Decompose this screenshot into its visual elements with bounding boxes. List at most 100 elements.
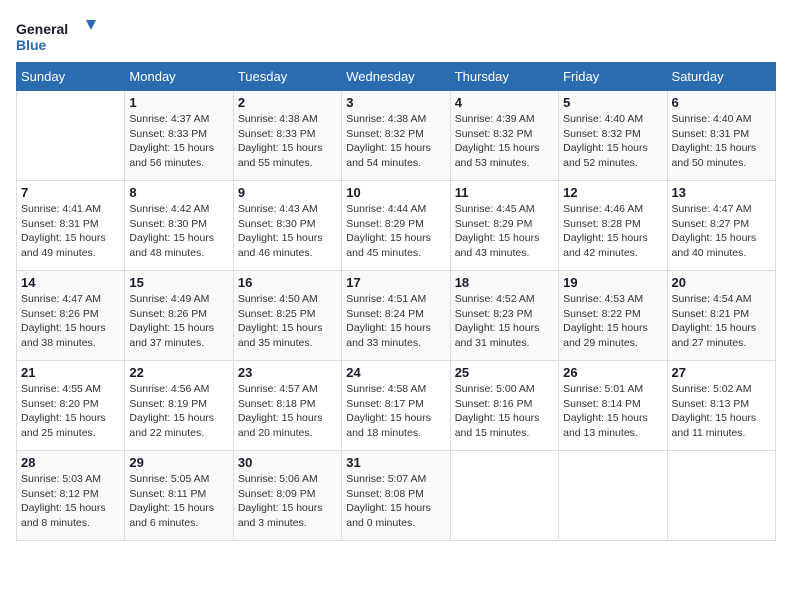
day-info: Sunrise: 4:42 AM Sunset: 8:30 PM Dayligh… (129, 202, 228, 261)
calendar-day-17: 17 Sunrise: 4:51 AM Sunset: 8:24 PM Dayli… (342, 271, 450, 361)
calendar-table: SundayMondayTuesdayWednesdayThursdayFrid… (16, 62, 776, 541)
day-number: 16 (238, 275, 337, 290)
day-info: Sunrise: 4:46 AM Sunset: 8:28 PM Dayligh… (563, 202, 662, 261)
calendar-day-4: 4 Sunrise: 4:39 AM Sunset: 8:32 PM Daylig… (450, 91, 558, 181)
day-info: Sunrise: 4:47 AM Sunset: 8:26 PM Dayligh… (21, 292, 120, 351)
day-info: Sunrise: 4:37 AM Sunset: 8:33 PM Dayligh… (129, 112, 228, 171)
day-number: 8 (129, 185, 228, 200)
day-number: 7 (21, 185, 120, 200)
day-info: Sunrise: 5:07 AM Sunset: 8:08 PM Dayligh… (346, 472, 445, 531)
day-number: 28 (21, 455, 120, 470)
day-info: Sunrise: 5:03 AM Sunset: 8:12 PM Dayligh… (21, 472, 120, 531)
calendar-day-23: 23 Sunrise: 4:57 AM Sunset: 8:18 PM Dayli… (233, 361, 341, 451)
calendar-empty-cell (17, 91, 125, 181)
day-info: Sunrise: 4:56 AM Sunset: 8:19 PM Dayligh… (129, 382, 228, 441)
day-number: 22 (129, 365, 228, 380)
calendar-day-19: 19 Sunrise: 4:53 AM Sunset: 8:22 PM Dayli… (559, 271, 667, 361)
day-info: Sunrise: 4:52 AM Sunset: 8:23 PM Dayligh… (455, 292, 554, 351)
calendar-day-20: 20 Sunrise: 4:54 AM Sunset: 8:21 PM Dayli… (667, 271, 775, 361)
day-number: 31 (346, 455, 445, 470)
day-info: Sunrise: 5:01 AM Sunset: 8:14 PM Dayligh… (563, 382, 662, 441)
day-info: Sunrise: 5:00 AM Sunset: 8:16 PM Dayligh… (455, 382, 554, 441)
day-number: 17 (346, 275, 445, 290)
calendar-day-26: 26 Sunrise: 5:01 AM Sunset: 8:14 PM Dayli… (559, 361, 667, 451)
calendar-day-24: 24 Sunrise: 4:58 AM Sunset: 8:17 PM Dayli… (342, 361, 450, 451)
calendar-day-8: 8 Sunrise: 4:42 AM Sunset: 8:30 PM Daylig… (125, 181, 233, 271)
logo-svg: General Blue (16, 16, 96, 58)
calendar-day-15: 15Sunrise: 4:49 AM Sunset: 8:26 PM Dayli… (125, 271, 233, 361)
calendar-day-30: 30 Sunrise: 5:06 AM Sunset: 8:09 PM Dayli… (233, 451, 341, 541)
day-number: 6 (672, 95, 771, 110)
day-number: 5 (563, 95, 662, 110)
day-info: Sunrise: 5:06 AM Sunset: 8:09 PM Dayligh… (238, 472, 337, 531)
day-number: 30 (238, 455, 337, 470)
calendar-day-22: 22 Sunrise: 4:56 AM Sunset: 8:19 PM Dayli… (125, 361, 233, 451)
calendar-week-row: 28 Sunrise: 5:03 AM Sunset: 8:12 PM Dayli… (17, 451, 776, 541)
calendar-day-9: 9Sunrise: 4:43 AM Sunset: 8:30 PM Daylig… (233, 181, 341, 271)
calendar-day-18: 18Sunrise: 4:52 AM Sunset: 8:23 PM Dayli… (450, 271, 558, 361)
day-number: 1 (129, 95, 228, 110)
header-day-monday: Monday (125, 63, 233, 91)
day-number: 14 (21, 275, 120, 290)
day-info: Sunrise: 4:58 AM Sunset: 8:17 PM Dayligh… (346, 382, 445, 441)
logo: General Blue (16, 16, 96, 58)
calendar-day-10: 10Sunrise: 4:44 AM Sunset: 8:29 PM Dayli… (342, 181, 450, 271)
calendar-week-row: 1 Sunrise: 4:37 AM Sunset: 8:33 PM Daylig… (17, 91, 776, 181)
calendar-day-5: 5 Sunrise: 4:40 AM Sunset: 8:32 PM Daylig… (559, 91, 667, 181)
day-info: Sunrise: 4:51 AM Sunset: 8:24 PM Dayligh… (346, 292, 445, 351)
day-number: 19 (563, 275, 662, 290)
calendar-week-row: 21 Sunrise: 4:55 AM Sunset: 8:20 PM Dayli… (17, 361, 776, 451)
svg-text:Blue: Blue (16, 37, 47, 53)
day-info: Sunrise: 4:39 AM Sunset: 8:32 PM Dayligh… (455, 112, 554, 171)
day-info: Sunrise: 4:45 AM Sunset: 8:29 PM Dayligh… (455, 202, 554, 261)
day-number: 25 (455, 365, 554, 380)
calendar-day-27: 27 Sunrise: 5:02 AM Sunset: 8:13 PM Dayli… (667, 361, 775, 451)
day-number: 11 (455, 185, 554, 200)
day-number: 15 (129, 275, 228, 290)
calendar-day-28: 28 Sunrise: 5:03 AM Sunset: 8:12 PM Dayli… (17, 451, 125, 541)
calendar-day-13: 13 Sunrise: 4:47 AM Sunset: 8:27 PM Dayli… (667, 181, 775, 271)
day-number: 29 (129, 455, 228, 470)
day-info: Sunrise: 4:55 AM Sunset: 8:20 PM Dayligh… (21, 382, 120, 441)
day-number: 21 (21, 365, 120, 380)
calendar-empty-cell (559, 451, 667, 541)
day-number: 23 (238, 365, 337, 380)
calendar-week-row: 14 Sunrise: 4:47 AM Sunset: 8:26 PM Dayli… (17, 271, 776, 361)
day-number: 20 (672, 275, 771, 290)
calendar-day-21: 21 Sunrise: 4:55 AM Sunset: 8:20 PM Dayli… (17, 361, 125, 451)
day-number: 24 (346, 365, 445, 380)
day-number: 9 (238, 185, 337, 200)
calendar-day-16: 16Sunrise: 4:50 AM Sunset: 8:25 PM Dayli… (233, 271, 341, 361)
header-day-saturday: Saturday (667, 63, 775, 91)
header-day-sunday: Sunday (17, 63, 125, 91)
day-info: Sunrise: 5:02 AM Sunset: 8:13 PM Dayligh… (672, 382, 771, 441)
day-info: Sunrise: 5:05 AM Sunset: 8:11 PM Dayligh… (129, 472, 228, 531)
calendar-empty-cell (667, 451, 775, 541)
calendar-day-3: 3 Sunrise: 4:38 AM Sunset: 8:32 PM Daylig… (342, 91, 450, 181)
header-day-wednesday: Wednesday (342, 63, 450, 91)
day-info: Sunrise: 4:41 AM Sunset: 8:31 PM Dayligh… (21, 202, 120, 261)
day-number: 4 (455, 95, 554, 110)
day-info: Sunrise: 4:40 AM Sunset: 8:32 PM Dayligh… (563, 112, 662, 171)
day-number: 13 (672, 185, 771, 200)
day-number: 26 (563, 365, 662, 380)
header-day-friday: Friday (559, 63, 667, 91)
day-info: Sunrise: 4:53 AM Sunset: 8:22 PM Dayligh… (563, 292, 662, 351)
day-number: 3 (346, 95, 445, 110)
calendar-day-25: 25 Sunrise: 5:00 AM Sunset: 8:16 PM Dayli… (450, 361, 558, 451)
svg-text:General: General (16, 21, 68, 37)
calendar-day-1: 1 Sunrise: 4:37 AM Sunset: 8:33 PM Daylig… (125, 91, 233, 181)
header-day-tuesday: Tuesday (233, 63, 341, 91)
day-info: Sunrise: 4:47 AM Sunset: 8:27 PM Dayligh… (672, 202, 771, 261)
day-info: Sunrise: 4:44 AM Sunset: 8:29 PM Dayligh… (346, 202, 445, 261)
day-info: Sunrise: 4:38 AM Sunset: 8:32 PM Dayligh… (346, 112, 445, 171)
calendar-day-11: 11 Sunrise: 4:45 AM Sunset: 8:29 PM Dayli… (450, 181, 558, 271)
day-info: Sunrise: 4:57 AM Sunset: 8:18 PM Dayligh… (238, 382, 337, 441)
page-header: General Blue (16, 16, 776, 58)
calendar-day-2: 2Sunrise: 4:38 AM Sunset: 8:33 PM Daylig… (233, 91, 341, 181)
calendar-week-row: 7 Sunrise: 4:41 AM Sunset: 8:31 PM Daylig… (17, 181, 776, 271)
calendar-day-6: 6Sunrise: 4:40 AM Sunset: 8:31 PM Daylig… (667, 91, 775, 181)
day-number: 27 (672, 365, 771, 380)
day-info: Sunrise: 4:38 AM Sunset: 8:33 PM Dayligh… (238, 112, 337, 171)
day-info: Sunrise: 4:54 AM Sunset: 8:21 PM Dayligh… (672, 292, 771, 351)
